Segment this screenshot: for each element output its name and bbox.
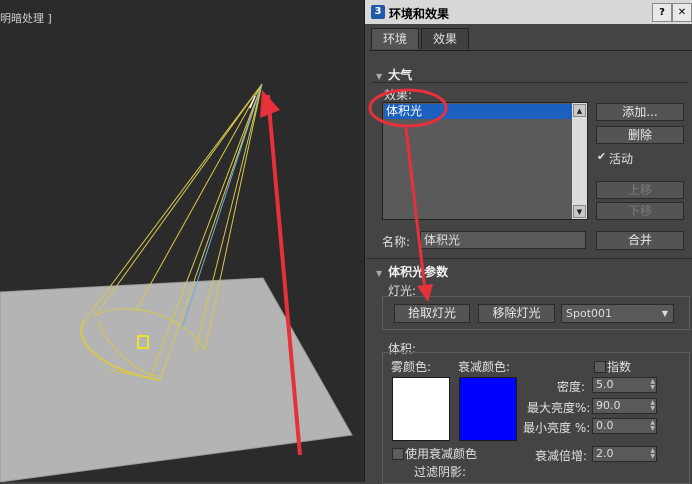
spinner-arrows-icon[interactable]: ▲ ▼ [650,448,655,460]
remove-light-button[interactable]: 移除灯光 [478,304,555,323]
viewport[interactable]: 明暗处理 ] [0,0,364,482]
close-button[interactable]: ✕ [672,3,692,22]
scroll-down-icon[interactable]: ▼ [573,205,586,218]
use-attenuation-color-label: 使用衰减颜色 [405,447,478,461]
collapse-triangle-icon: ▼ [376,72,383,81]
checkmark-icon: ✔ [597,150,607,163]
add-button[interactable]: 添加... [596,103,684,121]
fog-color-swatch[interactable] [392,377,450,441]
viewport-shading-label: 明暗处理 ] [0,12,52,25]
exponential-checkbox[interactable] [594,361,606,373]
divider [366,258,692,259]
density-label: 密度: [557,380,586,394]
move-down-button[interactable]: 下移 [596,202,684,220]
scroll-up-icon[interactable]: ▲ [573,104,586,117]
volume-light-title: 体积光参数 [388,265,449,279]
name-label: 名称: [382,235,411,249]
annotation-arrowhead [260,90,280,118]
max-brightness-value: 90.0 [596,399,621,412]
tab-divider [369,50,692,51]
effects-scrollbar[interactable]: ▲ ▼ [572,103,587,219]
density-value: 5.0 [596,378,614,391]
app-icon: 3 [371,5,385,19]
collapse-triangle-icon: ▼ [376,269,383,278]
attenuation-multiplier-spinner[interactable]: 2.0 ▲ ▼ [592,446,657,462]
min-brightness-spinner[interactable]: 0.0 ▲ ▼ [592,418,657,434]
dropdown-arrow-icon: ▼ [661,309,668,318]
effects-label: 效果: [384,88,413,102]
filter-shadows-label: 过滤阴影: [414,465,467,479]
attenuation-color-label: 衰减颜色: [458,360,511,374]
atmosphere-title: 大气 [388,68,413,82]
use-attenuation-color-checkbox[interactable] [392,448,404,460]
min-brightness-value: 0.0 [596,419,614,432]
scene-graphics [0,83,353,482]
window-title: 环境和效果 [389,7,450,21]
active-checkbox-label[interactable]: 活动 [609,150,633,167]
min-brightness-label: 最小亮度 %: [523,421,591,435]
title-bar[interactable]: 3 环境和效果 ? ✕ [365,0,692,24]
tab-effects[interactable]: 效果 [421,28,469,49]
tab-environment[interactable]: 环境 [371,28,419,49]
fog-color-label: 雾颜色: [391,360,432,374]
light-dropdown[interactable]: Spot001 ▼ [561,304,674,323]
spinner-arrows-icon[interactable]: ▲ ▼ [650,420,655,432]
exponential-label: 指数 [607,360,632,374]
pick-light-button[interactable]: 拾取灯光 [394,304,470,323]
attenuation-multiplier-label: 衰减倍增: [535,449,588,463]
delete-button[interactable]: 删除 [596,126,684,144]
attenuation-color-swatch[interactable] [459,377,517,441]
effects-listbox[interactable]: 体积光 ▲ ▼ [382,102,588,220]
density-spinner[interactable]: 5.0 ▲ ▼ [592,377,657,393]
atmosphere-rollout-header[interactable]: ▼ 大气 [376,66,412,83]
max-brightness-label: 最大亮度%: [527,401,591,415]
move-up-button[interactable]: 上移 [596,181,684,199]
light-dropdown-value: Spot001 [566,307,613,320]
divider [372,82,688,83]
max-brightness-spinner[interactable]: 90.0 ▲ ▼ [592,398,657,414]
merge-button[interactable]: 合并 [596,231,684,250]
volume-light-rollout-header[interactable]: ▼ 体积光参数 [376,263,448,280]
name-field[interactable]: 体积光 [420,231,586,249]
help-button[interactable]: ? [652,3,672,22]
list-item[interactable]: 体积光 [384,104,574,119]
attenuation-multiplier-value: 2.0 [596,447,614,460]
spinner-arrows-icon[interactable]: ▲ ▼ [650,379,655,391]
spinner-arrows-icon[interactable]: ▲ ▼ [650,400,655,412]
